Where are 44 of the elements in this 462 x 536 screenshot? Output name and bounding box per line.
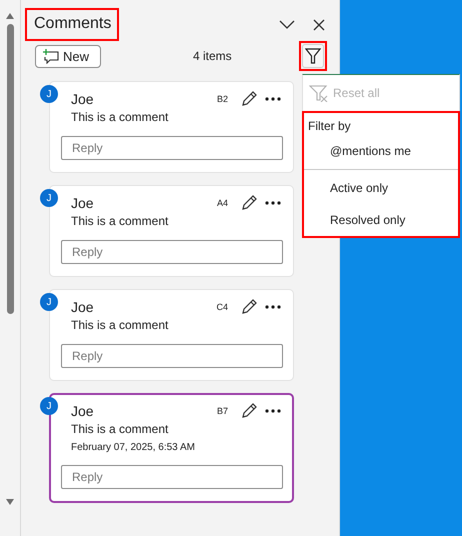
scroll-up-icon[interactable] [5,12,15,20]
more-icon[interactable] [264,200,282,206]
author-name: Joe [71,91,95,107]
avatar: J [40,85,58,103]
author-name: Joe [71,299,95,315]
chevron-down-icon[interactable] [279,20,295,30]
filter-icon [305,47,321,65]
author-name: Joe [71,195,95,211]
avatar: J [40,189,58,207]
panel-title: Comments [34,15,112,32]
comment-text: This is a comment [71,214,170,228]
menu-item[interactable]: Resolved only [304,212,458,228]
cell-reference: B7 [216,406,228,416]
reply-field[interactable]: Reply [61,344,283,368]
menu-item[interactable]: Active only [304,180,458,196]
clear-filter-icon [309,84,329,102]
item-count: 4 items [193,49,232,63]
reply-field[interactable]: Reply [61,465,283,489]
cell-reference: A4 [216,198,228,208]
edit-icon[interactable] [240,194,258,212]
new-comment-button[interactable]: New [35,44,101,68]
comment-text: This is a comment [71,318,170,332]
cell-reference: B2 [216,94,228,104]
author-name: Joe [71,403,95,419]
scroll-down-icon[interactable] [5,498,15,506]
close-icon[interactable] [313,18,325,30]
section-title: Filter by [307,118,352,135]
reply-field[interactable]: Reply [61,240,283,264]
comment-text: This is a comment [71,422,170,436]
avatar: J [40,397,58,415]
reply-field[interactable]: Reply [61,136,283,160]
edit-icon[interactable] [240,90,258,108]
more-icon[interactable] [264,96,282,102]
menu-item[interactable]: @mentions me [304,143,458,159]
cell-reference: C4 [216,302,228,312]
edit-icon[interactable] [240,298,258,316]
new-comment-icon [42,48,60,64]
edit-icon[interactable] [240,402,258,420]
scroll-thumb[interactable] [6,24,14,314]
comment-text: This is a comment [71,110,170,124]
more-icon[interactable] [264,408,282,414]
more-icon[interactable] [264,304,282,310]
avatar: J [40,293,58,311]
comment-timestamp: February 07, 2025, 6:53 AM [71,442,196,453]
